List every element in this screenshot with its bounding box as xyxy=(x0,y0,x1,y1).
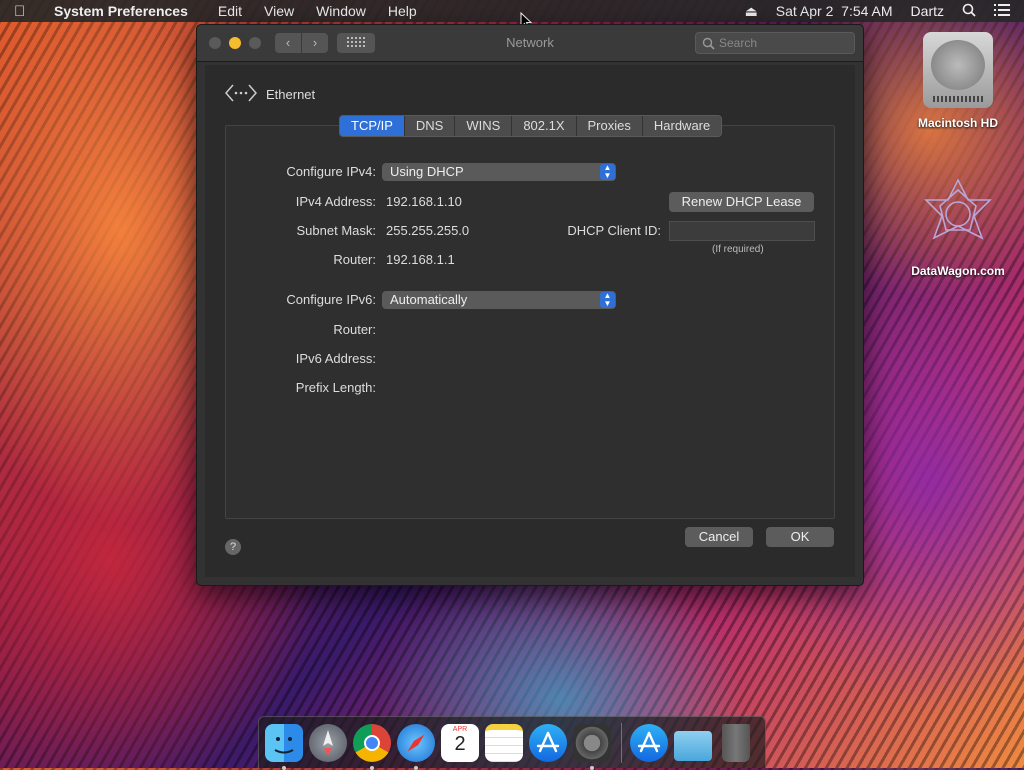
configure-ipv6-label: Configure IPv6: xyxy=(286,292,376,307)
search-field[interactable]: Search xyxy=(695,32,855,54)
ipv4-router-label: Router: xyxy=(333,252,376,267)
tab-dns[interactable]: DNS xyxy=(405,116,456,136)
finder-icon[interactable] xyxy=(265,723,303,770)
help-button[interactable]: ? xyxy=(225,539,241,555)
tab-wins[interactable]: WINS xyxy=(455,116,513,136)
launchpad-icon[interactable] xyxy=(309,723,347,762)
spotlight-icon[interactable] xyxy=(962,3,976,20)
menu-app-name[interactable]: System Preferences xyxy=(54,3,188,19)
app-store-icon[interactable] xyxy=(529,723,567,762)
safari-icon[interactable] xyxy=(397,723,435,770)
renew-dhcp-lease-button[interactable]: Renew DHCP Lease xyxy=(669,192,814,212)
tcpip-panel: Configure IPv4: Using DHCP ▲ ▼ IPv4 Addre… xyxy=(225,125,835,519)
network-content: Ethernet TCP/IP DNS WINS 802.1X Proxies … xyxy=(205,65,855,577)
eject-icon[interactable]: ⏏ xyxy=(745,3,758,20)
configure-ipv4-popup[interactable]: Using DHCP ▲ ▼ xyxy=(382,163,616,181)
desktop-icon-macintosh-hd[interactable]: Macintosh HD xyxy=(898,32,1018,130)
configure-ipv6-value: Automatically xyxy=(390,292,468,307)
desktop-icon-datawagon[interactable]: DataWagon.com xyxy=(898,176,1018,278)
search-icon xyxy=(702,36,715,56)
desktop-icon-label: Macintosh HD xyxy=(917,116,998,130)
menu-edit[interactable]: Edit xyxy=(218,3,242,19)
downloads-folder-icon[interactable] xyxy=(674,730,712,761)
subnet-mask-label: Subnet Mask: xyxy=(296,223,377,238)
ipv6-router-label: Router: xyxy=(333,322,376,337)
tab-8021x[interactable]: 802.1X xyxy=(512,116,577,136)
hard-drive-icon xyxy=(923,32,993,108)
title-bar[interactable]: ‹ › Network Search xyxy=(197,25,863,62)
ok-button[interactable]: OK xyxy=(766,527,834,547)
configure-ipv6-popup[interactable]: Automatically ▲ ▼ xyxy=(382,291,616,309)
tab-tcpip[interactable]: TCP/IP xyxy=(340,116,405,136)
ipv4-address-label: IPv4 Address: xyxy=(295,194,376,209)
menu-view[interactable]: View xyxy=(264,3,294,19)
apple-menu-icon[interactable]:  xyxy=(14,3,42,20)
ipv4-address-value: 192.168.1.10 xyxy=(386,194,462,209)
cancel-button[interactable]: Cancel xyxy=(685,527,753,547)
configure-ipv4-label: Configure IPv4: xyxy=(286,164,376,179)
chrome-icon[interactable] xyxy=(353,723,391,770)
ipv4-router-value: 192.168.1.1 xyxy=(386,252,455,267)
system-preferences-icon[interactable] xyxy=(573,723,611,770)
tab-bar: TCP/IP DNS WINS 802.1X Proxies Hardware xyxy=(339,115,723,137)
popup-arrows-icon: ▲ ▼ xyxy=(600,292,615,308)
menu-clock[interactable]: Sat Apr 2 7:54 AM xyxy=(776,3,893,19)
menu-bar:  System Preferences Edit View Window He… xyxy=(0,0,1024,22)
datawagon-logo-icon xyxy=(916,176,1000,256)
app-store-download-icon[interactable] xyxy=(630,723,668,762)
notes-icon[interactable] xyxy=(485,723,523,762)
notification-center-icon[interactable] xyxy=(994,3,1010,19)
menu-user[interactable]: Dartz xyxy=(911,3,944,19)
dock: APR 2 xyxy=(258,716,766,770)
subnet-mask-value: 255.255.255.0 xyxy=(386,223,470,238)
interface-name: Ethernet xyxy=(266,87,316,102)
tab-proxies[interactable]: Proxies xyxy=(577,116,643,136)
dock-separator xyxy=(621,722,622,763)
calendar-day: 2 xyxy=(454,732,466,755)
desktop-icon-label: DataWagon.com xyxy=(911,264,1005,278)
trash-icon[interactable] xyxy=(722,723,750,762)
popup-arrows-icon: ▲ ▼ xyxy=(600,164,615,180)
dhcp-client-id-hint: (If required) xyxy=(712,244,764,255)
ethernet-icon xyxy=(225,83,257,106)
calendar-month: APR xyxy=(452,725,468,733)
menu-window[interactable]: Window xyxy=(316,3,366,19)
calendar-icon[interactable]: APR 2 xyxy=(441,723,479,762)
search-placeholder: Search xyxy=(719,36,758,50)
dhcp-client-id-field[interactable] xyxy=(669,221,815,241)
network-preferences-window: ‹ › Network Search Ethernet TCP/IP DNS W… xyxy=(196,24,864,586)
dhcp-client-id-label: DHCP Client ID: xyxy=(567,223,661,238)
tab-hardware[interactable]: Hardware xyxy=(643,116,721,136)
interface-header: Ethernet xyxy=(225,83,315,106)
ipv6-address-label: IPv6 Address: xyxy=(295,351,376,366)
configure-ipv4-value: Using DHCP xyxy=(390,164,464,179)
menu-help[interactable]: Help xyxy=(388,3,417,19)
prefix-length-label: Prefix Length: xyxy=(295,380,376,395)
